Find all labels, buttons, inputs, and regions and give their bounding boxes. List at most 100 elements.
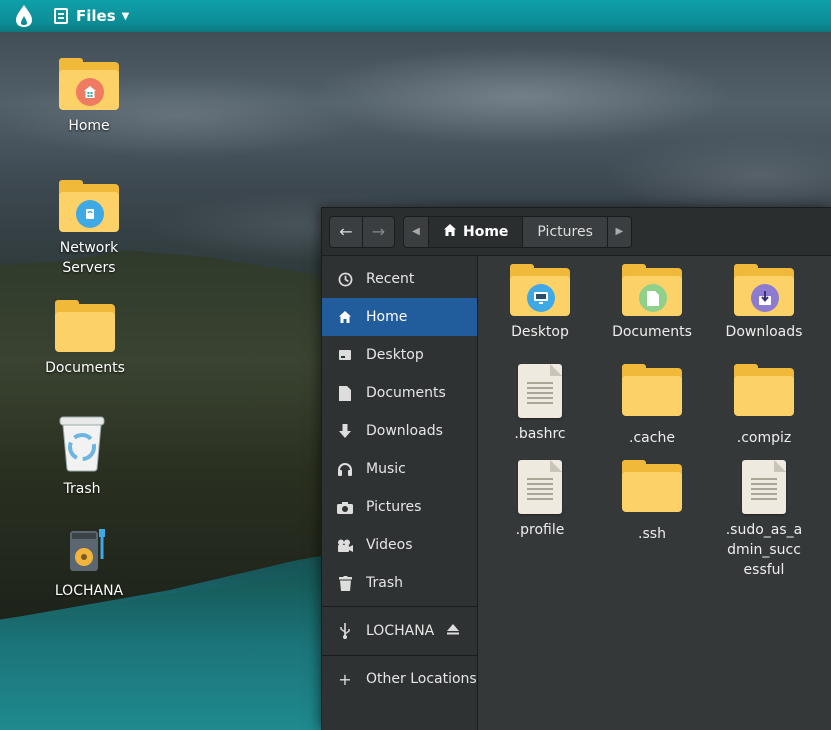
desktop-icon-label: Network Servers xyxy=(59,240,119,276)
trash-bin-icon xyxy=(56,413,108,473)
file-view: Desktop Documents Downloads .bashrc .cac… xyxy=(479,256,831,730)
text-file-icon xyxy=(518,460,562,514)
sidebar-item-label: Recent xyxy=(366,271,415,287)
home-icon xyxy=(443,223,457,241)
plus-icon: + xyxy=(338,669,352,689)
folder-icon xyxy=(55,300,115,352)
desktop-icon-label: LOCHANA xyxy=(54,583,124,599)
network-folder-icon xyxy=(59,180,119,232)
desktop-icon-lochana[interactable]: LOCHANA xyxy=(44,525,134,601)
file-item-label: Downloads xyxy=(725,324,803,340)
forward-button[interactable]: → xyxy=(362,216,394,247)
sidebar-item-label: Pictures xyxy=(366,499,422,515)
sidebar-item-label: Videos xyxy=(366,537,413,553)
file-item-downloads[interactable]: Downloads xyxy=(708,264,820,342)
sidebar-item-downloads[interactable]: Downloads xyxy=(322,412,477,450)
file-item-documents[interactable]: Documents xyxy=(596,264,708,342)
sidebar-item-label: Desktop xyxy=(366,347,424,363)
sidebar-item-label: Documents xyxy=(366,385,446,401)
desktop-icon-network-servers[interactable]: Network Servers xyxy=(44,180,134,278)
caret-down-icon: ▼ xyxy=(121,10,130,22)
file-item-desktop[interactable]: Desktop xyxy=(484,264,596,342)
sidebar-item-label: Downloads xyxy=(366,423,443,439)
usb-icon xyxy=(336,622,354,640)
sidebar-item-recent[interactable]: Recent xyxy=(322,260,477,298)
sidebar-item-music[interactable]: Music xyxy=(322,450,477,488)
arrow-right-icon: → xyxy=(371,222,386,241)
sidebar-separator xyxy=(322,655,477,656)
usb-drive-icon xyxy=(64,525,114,575)
text-file-icon xyxy=(518,364,562,418)
path-bar: ◀ Home Pictures ▶ xyxy=(403,215,632,248)
desktop-icon-trash[interactable]: Trash xyxy=(37,413,127,499)
back-button[interactable]: ← xyxy=(330,216,362,247)
desktop-icon xyxy=(336,346,354,364)
chevron-right-icon: ▶ xyxy=(615,226,624,237)
file-item-sudo-as-admin-successful[interactable]: .sudo_as_admin_successful xyxy=(708,460,820,580)
file-item-profile[interactable]: .profile xyxy=(484,460,596,540)
folder-icon xyxy=(622,364,682,416)
path-crumb-home[interactable]: Home xyxy=(428,216,523,247)
file-item-compiz[interactable]: .compiz xyxy=(708,364,820,448)
sidebar-item-other-locations[interactable]: + Other Locations xyxy=(322,660,477,698)
file-item-label: .compiz xyxy=(736,430,792,446)
path-crumb-label: Home xyxy=(463,223,509,240)
path-crumb-pictures[interactable]: Pictures xyxy=(522,216,607,247)
top-bar: Files ▼ xyxy=(0,0,831,32)
sidebar-separator xyxy=(322,606,477,607)
sidebar-item-label: Music xyxy=(366,461,406,477)
desktop-icon-home[interactable]: Home xyxy=(44,58,134,136)
file-item-label: Documents xyxy=(612,324,692,340)
file-item-bashrc[interactable]: .bashrc xyxy=(484,364,596,444)
home-icon xyxy=(336,308,354,326)
sidebar-item-desktop[interactable]: Desktop xyxy=(322,336,477,374)
file-item-ssh[interactable]: .ssh xyxy=(596,460,708,544)
sidebar-item-pictures[interactable]: Pictures xyxy=(322,488,477,526)
sidebar-item-trash[interactable]: Trash xyxy=(322,564,477,602)
desktop-icon-label: Home xyxy=(68,118,110,134)
desktop-folder-icon xyxy=(510,264,570,316)
sidebar-item-label: Home xyxy=(366,309,408,325)
file-item-label: .bashrc xyxy=(514,426,566,442)
path-scroll-left-button[interactable]: ◀ xyxy=(404,216,428,247)
navigation-buttons: ← → xyxy=(329,215,395,248)
eject-icon[interactable] xyxy=(447,624,459,638)
app-menu-label: Files xyxy=(76,7,116,25)
home-folder-icon xyxy=(59,58,119,110)
files-app-icon xyxy=(54,8,68,24)
documents-folder-icon xyxy=(622,264,682,316)
sidebar-item-label: Trash xyxy=(366,575,403,591)
file-item-label: Desktop xyxy=(511,324,569,340)
sidebar-item-label: Other Locations xyxy=(366,671,477,687)
file-item-label: .cache xyxy=(629,430,675,446)
sidebar-item-label: LOCHANA xyxy=(366,623,435,639)
sidebar-item-lochana[interactable]: LOCHANA xyxy=(322,611,477,651)
text-file-icon xyxy=(742,460,786,514)
folder-icon xyxy=(622,460,682,512)
desktop-icon-label: Trash xyxy=(63,481,101,497)
document-icon xyxy=(336,384,354,402)
file-item-label: .sudo_as_admin_successful xyxy=(725,522,803,578)
sidebar-item-videos[interactable]: Videos xyxy=(322,526,477,564)
trash-icon xyxy=(336,574,354,592)
clock-icon xyxy=(336,270,354,288)
path-scroll-right-button[interactable]: ▶ xyxy=(606,216,631,247)
files-window: ← → ◀ Home Pictures ▶ Recent Home Deskto… xyxy=(321,207,831,730)
desktop-icon-documents[interactable]: Documents xyxy=(40,300,130,378)
downloads-folder-icon xyxy=(734,264,794,316)
places-sidebar: Recent Home Desktop Documents Downloads … xyxy=(322,256,478,730)
folder-icon xyxy=(734,364,794,416)
desktop-icon-label: Documents xyxy=(45,360,125,376)
activities-logo-icon[interactable] xyxy=(12,4,36,28)
video-icon xyxy=(336,536,354,554)
app-menu[interactable]: Files ▼ xyxy=(54,7,129,25)
headphones-icon xyxy=(336,460,354,478)
sidebar-item-documents[interactable]: Documents xyxy=(322,374,477,412)
arrow-left-icon: ← xyxy=(339,222,353,241)
sidebar-item-home[interactable]: Home xyxy=(322,298,477,336)
download-icon xyxy=(336,422,354,440)
chevron-left-icon: ◀ xyxy=(412,226,420,237)
file-item-cache[interactable]: .cache xyxy=(596,364,708,448)
file-item-label: .profile xyxy=(515,522,565,538)
file-item-label: .ssh xyxy=(638,526,666,542)
